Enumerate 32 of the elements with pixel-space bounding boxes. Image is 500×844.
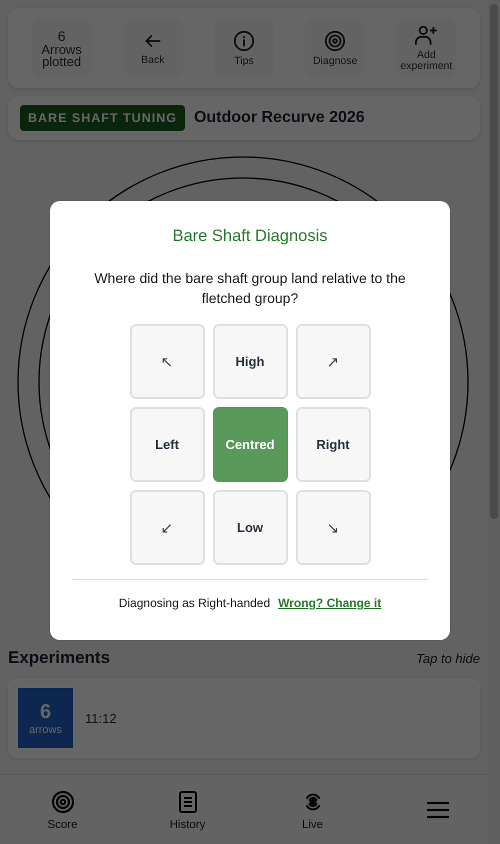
nav-tab[interactable]: Score <box>28 786 98 834</box>
count-value: 6 <box>58 28 66 44</box>
direction-option[interactable]: ↙ <box>130 490 204 565</box>
count-label: Arrows plotted <box>40 44 83 68</box>
nav-tab[interactable]: History <box>152 786 222 834</box>
nav-tab[interactable]: Live <box>278 786 348 834</box>
mode-badge: BARE SHAFT TUNING <box>20 105 185 131</box>
section-title: Experiments <box>8 648 110 668</box>
target-icon <box>324 30 346 52</box>
session-title: Outdoor Recurve 2026 <box>194 109 365 127</box>
menu-icon <box>426 801 448 819</box>
direction-option[interactable]: Right <box>296 407 370 482</box>
tile-unit: arrows <box>28 724 62 736</box>
clipboard-icon <box>176 790 198 814</box>
direction-option[interactable]: Low <box>212 490 288 565</box>
direction-option[interactable]: Left <box>130 407 204 482</box>
direction-option[interactable]: ↗ <box>296 324 370 399</box>
direction-option[interactable]: ↘ <box>296 490 370 565</box>
add-person-icon <box>414 24 438 46</box>
direction-option[interactable]: ↖ <box>130 324 204 399</box>
direction-option[interactable]: High <box>212 324 288 399</box>
target-icon <box>50 790 74 814</box>
question-text: Where did the bare shaft group land relative to the fletched group? <box>93 269 407 308</box>
direction-option[interactable]: Centred <box>212 407 288 482</box>
dialog-title: Bare Shaft Diagnosis <box>172 227 328 246</box>
change-link[interactable]: Wrong? Change it <box>278 596 382 610</box>
arrow-count-tile[interactable]: 6 arrows <box>18 688 73 748</box>
experiment-time: 11:12 <box>85 710 117 726</box>
handedness-text: Diagnosing as Right-handed <box>118 596 270 610</box>
tile-count: 6 <box>40 700 52 724</box>
hide-hint[interactable]: Tap to hide <box>416 651 480 666</box>
info-icon <box>232 30 255 52</box>
